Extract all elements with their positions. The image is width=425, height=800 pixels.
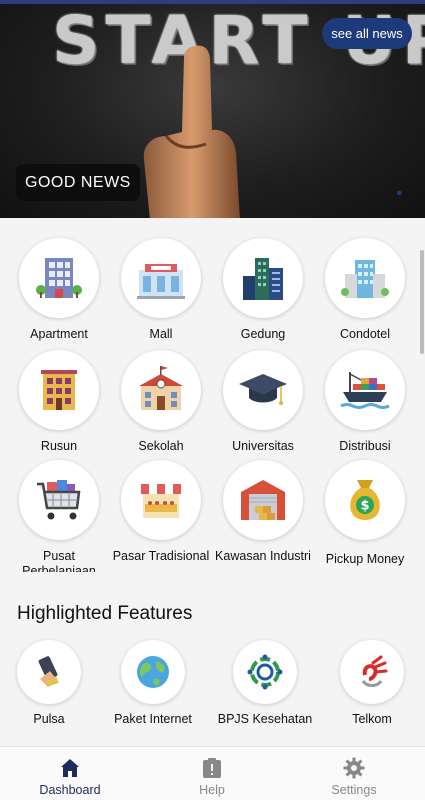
category-label: Condotel (339, 327, 391, 341)
category-gedung[interactable]: Gedung (212, 238, 314, 342)
shopping-cart-icon (37, 480, 81, 520)
category-label: Apartment (30, 327, 88, 341)
feature-label: Telkom (352, 712, 392, 726)
category-mall[interactable]: Mall (110, 238, 212, 342)
apartment-icon (36, 258, 82, 298)
category-label: Gedung (240, 327, 286, 341)
nav-settings[interactable]: Settings (294, 747, 414, 800)
category-grid: Apartment Mall Gedung Condotel Rusun Sek… (0, 218, 425, 572)
see-all-news-button[interactable]: see all news (322, 18, 412, 49)
news-banner[interactable]: START UP see all news GOOD NEWS ● (0, 0, 425, 218)
feature-telkom[interactable]: Telkom (317, 640, 425, 726)
market-stall-icon (141, 484, 181, 518)
category-rusun[interactable]: Rusun (8, 350, 110, 454)
pointing-hand-image (143, 45, 240, 218)
category-universitas[interactable]: Universitas (212, 350, 314, 454)
nav-label: Help (199, 783, 225, 797)
nav-label: Settings (331, 783, 377, 797)
home-icon (61, 759, 79, 777)
nav-label: Dashboard (39, 783, 101, 797)
category-label: Mall (149, 327, 173, 341)
svg-text:$: $ (360, 499, 369, 514)
category-label: Kawasan Industri (215, 549, 311, 563)
bpjs-logo-icon (247, 654, 283, 690)
category-label: Pusat Perbelanjaan (22, 549, 96, 572)
mall-icon (137, 264, 185, 299)
category-sekolah[interactable]: Sekolah (110, 350, 212, 454)
globe-icon (137, 656, 169, 688)
telkom-logo-icon (361, 655, 388, 687)
gear-icon (343, 757, 365, 779)
nav-dashboard[interactable]: Dashboard (10, 747, 130, 800)
category-pickup-money[interactable]: $ Pickup Money (314, 460, 416, 567)
money-bag-icon: $ (350, 480, 380, 520)
feature-label: Paket Internet (114, 712, 192, 726)
feature-bpjs-kesehatan[interactable]: BPJS Kesehatan (210, 640, 320, 726)
scrollbar[interactable] (420, 250, 424, 354)
category-label: Distribusi (339, 439, 391, 453)
good-news-badge: GOOD NEWS (16, 164, 140, 201)
category-pasar-tradisional[interactable]: Pasar Tradisional (110, 460, 212, 572)
category-label: Pickup Money (325, 552, 405, 566)
phone-credit-icon (38, 656, 59, 687)
office-building-icon (243, 258, 283, 300)
cargo-ship-icon (340, 372, 390, 409)
category-distribusi[interactable]: Distribusi (314, 350, 416, 454)
category-label: Rusun (40, 439, 78, 453)
rusun-icon (41, 370, 77, 410)
graduation-cap-icon (239, 374, 287, 405)
feature-label: Pulsa (33, 712, 65, 726)
nav-help[interactable]: Help (152, 747, 272, 800)
feature-paket-internet[interactable]: Paket Internet (98, 640, 208, 726)
school-icon (139, 366, 183, 410)
section-title: Highlighted Features (17, 603, 193, 624)
feature-label: BPJS Kesehatan (217, 712, 313, 726)
category-label: Sekolah (138, 439, 184, 453)
category-label: Universitas (232, 439, 294, 453)
carousel-indicator-icon: ● (396, 187, 403, 199)
category-label: Pasar Tradisional (112, 549, 210, 563)
category-kawasan-industri[interactable]: Kawasan Industri (212, 460, 314, 572)
feature-pulsa[interactable]: Pulsa (0, 640, 104, 726)
bottom-navigation: Dashboard Help Settings (0, 746, 425, 800)
help-clipboard-icon (203, 758, 221, 778)
category-pusat-perbelanjaan[interactable]: Pusat Perbelanjaan (8, 460, 110, 572)
category-condotel[interactable]: Condotel (314, 238, 416, 342)
warehouse-icon (241, 480, 285, 520)
category-apartment[interactable]: Apartment (8, 238, 110, 342)
condotel-icon (341, 260, 389, 298)
